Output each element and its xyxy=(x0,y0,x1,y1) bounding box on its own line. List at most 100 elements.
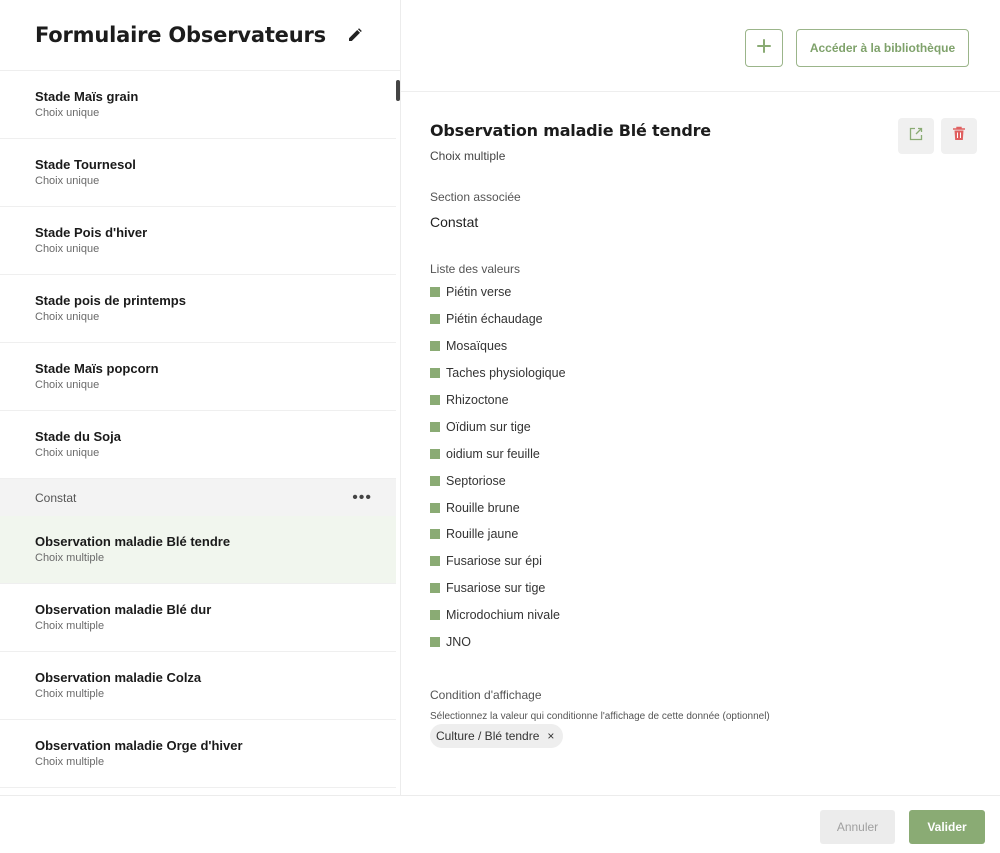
item-name: Stade Tournesol xyxy=(35,157,136,172)
square-bullet-icon xyxy=(430,583,440,594)
edit-external-icon xyxy=(909,127,923,146)
field-detail: Observation maladie Blé tendre Choix mul… xyxy=(430,118,980,748)
close-icon[interactable]: × xyxy=(547,729,554,743)
square-bullet-icon xyxy=(430,287,440,298)
value-label: Piétin verse xyxy=(446,285,512,300)
value-item: Fusariose sur tige xyxy=(430,575,566,602)
square-bullet-icon xyxy=(430,341,440,352)
item-type: Choix multiple xyxy=(35,620,105,632)
value-item: Septoriose xyxy=(430,467,566,494)
form-header: Formulaire Observateurs xyxy=(0,0,400,71)
item-name: Observation maladie Blé tendre xyxy=(35,534,231,549)
value-item: Mosaïques xyxy=(430,333,566,360)
value-label: JNO xyxy=(446,635,471,650)
value-item: Rhizoctone xyxy=(430,387,566,414)
section-header-constat: Constat ••• xyxy=(0,479,396,516)
list-item[interactable]: Observation maladie Orge d'hiver Choix m… xyxy=(0,720,396,788)
square-bullet-icon xyxy=(430,368,440,379)
field-list: Stade Maïs grain Choix unique Stade Tour… xyxy=(0,71,400,788)
value-label: oidium sur feuille xyxy=(446,446,540,461)
value-item: Taches physiologique xyxy=(430,360,566,387)
square-bullet-icon xyxy=(430,610,440,621)
item-name: Stade Maïs popcorn xyxy=(35,361,159,376)
item-type: Choix multiple xyxy=(35,688,105,700)
value-label: Fusariose sur épi xyxy=(446,554,542,569)
value-label: Mosaïques xyxy=(446,339,508,354)
item-type: Choix multiple xyxy=(35,756,105,768)
item-type: Choix unique xyxy=(35,447,100,459)
list-item[interactable]: Stade Maïs grain Choix unique xyxy=(0,71,396,139)
validate-button[interactable]: Valider xyxy=(909,810,985,844)
value-item: oidium sur feuille xyxy=(430,440,566,467)
trash-icon xyxy=(952,126,966,146)
square-bullet-icon xyxy=(430,395,440,405)
value-item: JNO xyxy=(430,629,566,656)
field-list-panel: Formulaire Observateurs Stade Maïs grain… xyxy=(0,0,401,795)
condition-chip[interactable]: Culture / Blé tendre × xyxy=(430,724,564,748)
item-type: Choix multiple xyxy=(35,552,105,564)
plus-icon xyxy=(757,38,771,58)
value-label: Microdochium nivale xyxy=(446,608,560,623)
square-bullet-icon xyxy=(430,448,440,459)
display-condition-label: Condition d'affichage xyxy=(430,688,542,702)
list-item[interactable]: Stade Pois d'hiver Choix unique xyxy=(0,207,396,275)
item-type: Choix unique xyxy=(35,243,100,255)
list-item[interactable]: Stade Maïs popcorn Choix unique xyxy=(0,343,396,411)
value-item: Piétin échaudage xyxy=(430,306,566,333)
value-item: Rouille jaune xyxy=(430,521,566,548)
item-type: Choix unique xyxy=(35,107,100,119)
list-item[interactable]: Stade du Soja Choix unique xyxy=(0,411,396,479)
footer: Annuler Valider xyxy=(0,795,1000,853)
item-name: Stade du Soja xyxy=(35,429,121,444)
value-item: Oïdium sur tige xyxy=(430,413,566,440)
item-name: Observation maladie Blé dur xyxy=(35,602,212,617)
list-item[interactable]: Stade Tournesol Choix unique xyxy=(0,139,396,207)
item-name: Observation maladie Orge d'hiver xyxy=(35,738,243,753)
list-item[interactable]: Observation maladie Colza Choix multiple xyxy=(0,652,396,720)
edit-button[interactable] xyxy=(898,118,934,154)
item-name: Stade pois de printemps xyxy=(35,293,186,308)
item-name: Stade Maïs grain xyxy=(35,89,139,104)
item-type: Choix unique xyxy=(35,175,100,187)
value-item: Microdochium nivale xyxy=(430,602,566,629)
edit-title-pencil-icon[interactable] xyxy=(343,23,367,47)
square-bullet-icon xyxy=(430,314,440,325)
list-item[interactable]: Stade pois de printemps Choix unique xyxy=(0,275,396,343)
list-item[interactable]: Observation maladie Blé dur Choix multip… xyxy=(0,584,396,652)
values-list: Piétin verse Piétin échaudage Mosaïques … xyxy=(430,279,566,655)
value-label: Septoriose xyxy=(446,473,506,488)
value-label: Piétin échaudage xyxy=(446,312,543,327)
library-button[interactable]: Accéder à la bibliothèque xyxy=(796,29,969,67)
list-scrollbar[interactable] xyxy=(396,80,400,101)
add-field-button[interactable] xyxy=(745,29,783,67)
value-item: Rouille brune xyxy=(430,494,566,521)
value-label: Rhizoctone xyxy=(446,393,509,407)
cancel-button[interactable]: Annuler xyxy=(820,810,895,844)
value-label: Fusariose sur tige xyxy=(446,581,546,596)
square-bullet-icon xyxy=(430,421,440,432)
value-label: Taches physiologique xyxy=(446,366,566,381)
value-item: Fusariose sur épi xyxy=(430,548,566,575)
square-bullet-icon xyxy=(430,502,440,513)
values-list-label: Liste des valeurs xyxy=(430,262,521,276)
value-item: Piétin verse xyxy=(430,279,566,306)
section-label: Constat xyxy=(35,490,77,505)
item-type: Choix unique xyxy=(35,311,100,323)
square-bullet-icon xyxy=(430,556,440,567)
value-label: Oïdium sur tige xyxy=(446,419,531,434)
list-item-selected[interactable]: Observation maladie Blé tendre Choix mul… xyxy=(0,516,396,584)
form-title: Formulaire Observateurs xyxy=(35,23,326,47)
value-label: Rouille brune xyxy=(446,500,520,515)
detail-panel: Accéder à la bibliothèque Observation ma… xyxy=(401,0,1000,795)
square-bullet-icon xyxy=(430,529,440,540)
delete-button[interactable] xyxy=(941,118,977,154)
display-condition-help: Sélectionnez la valeur qui conditionne l… xyxy=(430,711,770,722)
square-bullet-icon xyxy=(430,475,440,486)
section-associated-value: Constat xyxy=(430,214,479,230)
more-horizontal-icon[interactable]: ••• xyxy=(352,489,372,505)
value-label: Rouille jaune xyxy=(446,527,519,542)
section-associated-label: Section associée xyxy=(430,190,521,204)
top-toolbar: Accéder à la bibliothèque xyxy=(401,0,1000,92)
square-bullet-icon xyxy=(430,637,440,648)
item-name: Stade Pois d'hiver xyxy=(35,225,148,240)
